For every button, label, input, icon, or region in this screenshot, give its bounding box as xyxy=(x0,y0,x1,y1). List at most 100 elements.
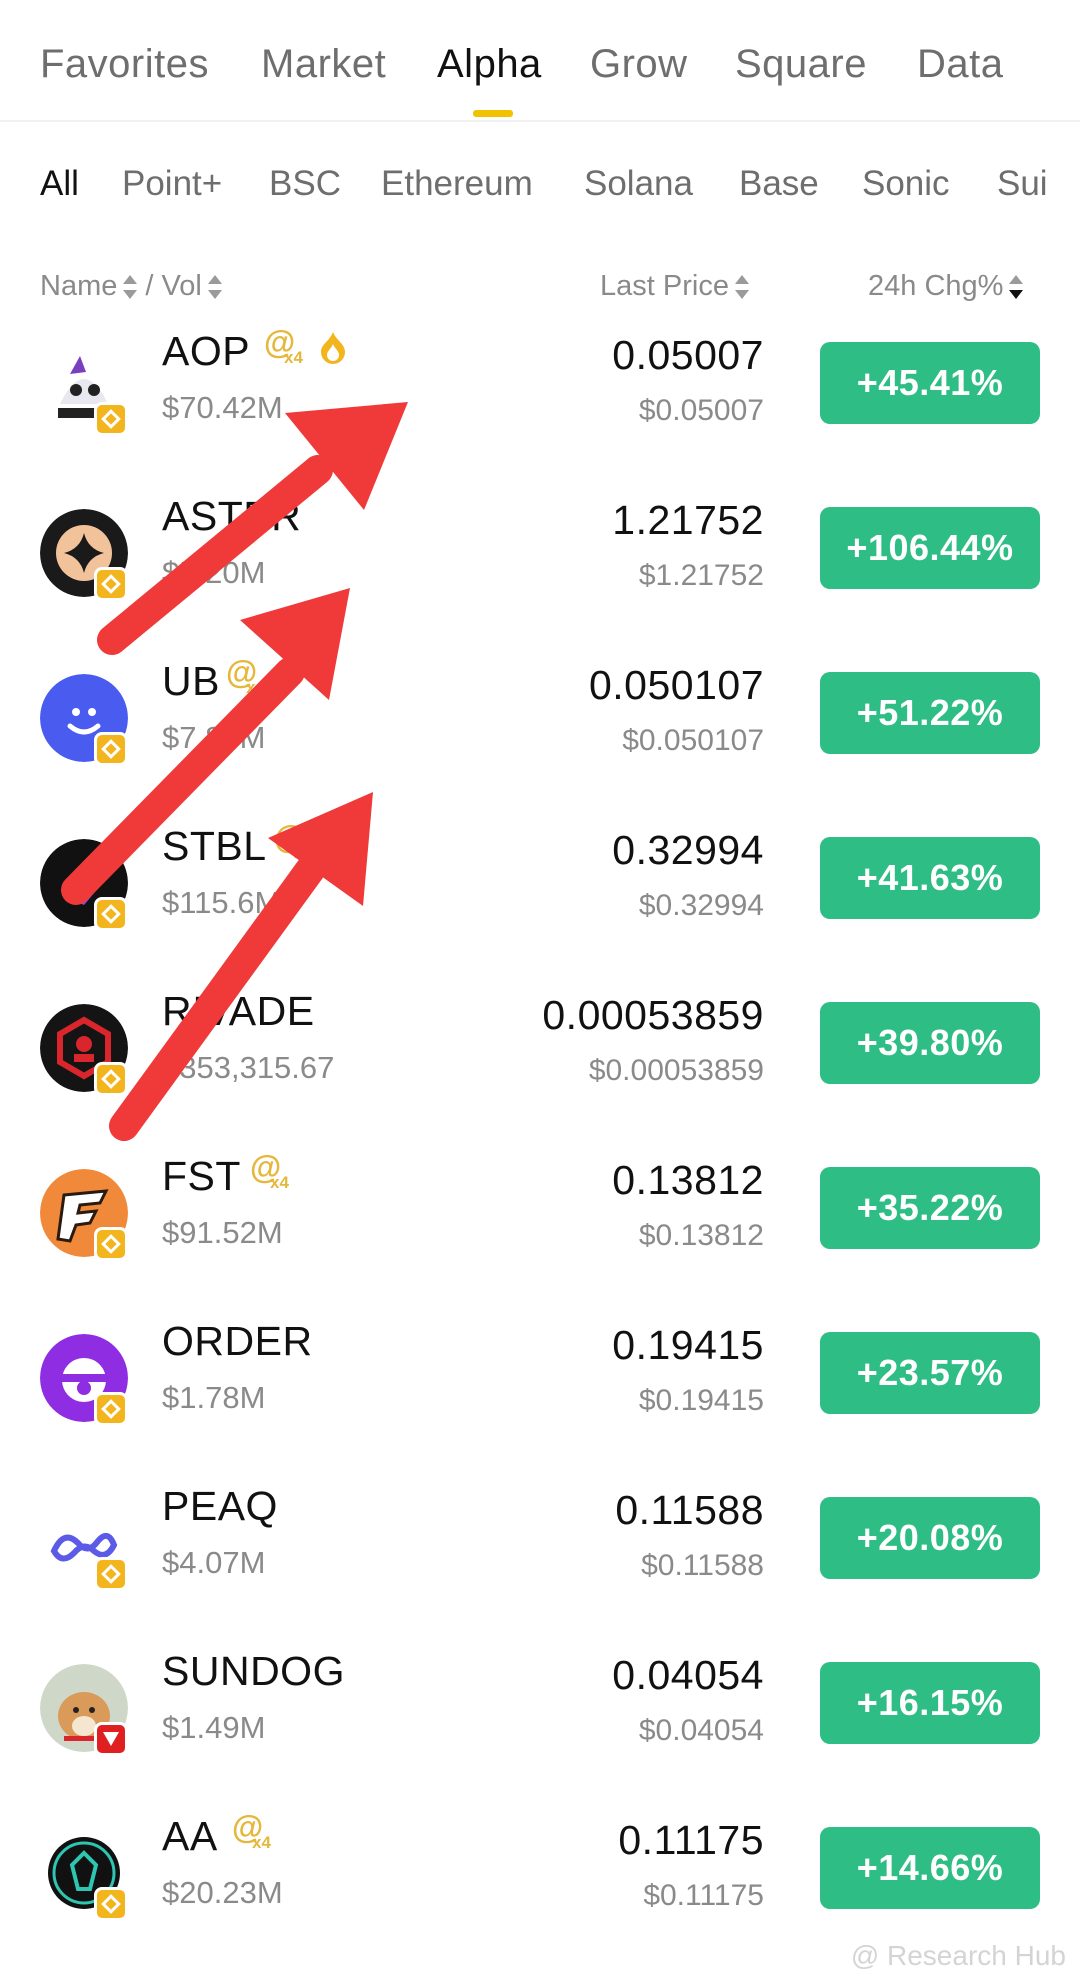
usd-price: $0.11175 xyxy=(643,1879,764,1912)
token-row-order[interactable]: ORDER $1.78M 0.19415 $0.19415 +23.57% xyxy=(0,1300,1080,1465)
token-volume: $5.20M xyxy=(162,555,266,590)
chain-tab-all[interactable]: All xyxy=(40,164,79,204)
token-row-fst[interactable]: FST @ x4 $91.52M 0.13812 $0.13812 +35.22% xyxy=(0,1135,1080,1300)
bsc-chain-icon xyxy=(94,567,128,601)
points-multiplier-icon: @ x4 xyxy=(250,1149,289,1192)
points-multiplier-icon: @ x4 xyxy=(274,819,313,862)
last-price: 0.04054 xyxy=(612,1652,764,1698)
token-symbol: SUNDOG xyxy=(162,1648,345,1694)
tron-chain-icon xyxy=(94,1722,128,1756)
column-name-label: Name xyxy=(40,270,118,302)
change-badge[interactable]: +41.63% xyxy=(820,837,1040,919)
tab-favorites[interactable]: Favorites xyxy=(40,42,209,87)
bsc-chain-icon xyxy=(94,1887,128,1921)
sort-arrows-icon xyxy=(123,274,138,300)
token-volume: $1.49M xyxy=(162,1710,266,1745)
chain-tab-bsc[interactable]: BSC xyxy=(269,164,341,204)
token-symbol: ASTER xyxy=(162,493,302,539)
usd-price: $0.050107 xyxy=(622,724,764,757)
token-volume: $91.52M xyxy=(162,1215,283,1250)
last-price: 0.05007 xyxy=(612,332,764,378)
usd-price: $0.19415 xyxy=(638,1384,764,1417)
token-symbol: PEAQ xyxy=(162,1483,278,1529)
bsc-chain-icon xyxy=(94,402,128,436)
token-symbol: ORDER xyxy=(162,1318,313,1364)
column-header-change[interactable]: 24h Chg% xyxy=(868,270,1024,303)
column-vol-label: / Vol xyxy=(145,270,202,302)
token-symbol: AOP xyxy=(162,328,251,374)
last-price: 1.21752 xyxy=(612,497,764,543)
token-volume: $353,315.67 xyxy=(162,1050,335,1085)
chain-tab-base[interactable]: Base xyxy=(739,164,819,204)
bsc-chain-icon xyxy=(94,1062,128,1096)
chain-tab-ethereum[interactable]: Ethereum xyxy=(381,164,533,204)
column-header-name-vol[interactable]: Name / Vol xyxy=(40,270,222,303)
bsc-chain-icon xyxy=(94,1392,128,1426)
points-multiplier-icon: @ x4 xyxy=(232,1809,271,1852)
last-price: 0.19415 xyxy=(612,1322,764,1368)
change-badge[interactable]: +20.08% xyxy=(820,1497,1040,1579)
sort-desc-icon xyxy=(1009,274,1024,300)
tab-square[interactable]: Square xyxy=(735,42,867,87)
tab-alpha[interactable]: Alpha xyxy=(437,42,542,87)
chain-tab-sui[interactable]: Sui xyxy=(997,164,1048,204)
watermark-text: @ Research Hub xyxy=(850,1940,1066,1971)
chain-filter-tabs: All Point+ BSC Ethereum Solana Base Soni… xyxy=(0,158,1080,218)
token-symbol: UB xyxy=(162,658,220,704)
token-volume: $20.23M xyxy=(162,1875,283,1910)
usd-price: $1.21752 xyxy=(638,559,764,592)
bsc-chain-icon xyxy=(94,732,128,766)
usd-price: $0.04054 xyxy=(638,1714,764,1747)
last-price: 0.00053859 xyxy=(542,992,764,1038)
last-price: 0.32994 xyxy=(612,827,764,873)
chain-tab-solana[interactable]: Solana xyxy=(584,164,693,204)
usd-price: $0.13812 xyxy=(638,1219,764,1252)
token-row-stbl[interactable]: STBL @ x4 $115.6M 0.32994 $0.32994 +41.63… xyxy=(0,805,1080,970)
change-badge[interactable]: +35.22% xyxy=(820,1167,1040,1249)
bsc-chain-icon xyxy=(94,1227,128,1261)
token-symbol: STBL xyxy=(162,823,267,869)
tab-market[interactable]: Market xyxy=(261,42,386,87)
token-row-sundog[interactable]: SUNDOG $1.49M 0.04054 $0.04054 +16.15% xyxy=(0,1630,1080,1795)
last-price: 0.11175 xyxy=(618,1817,764,1863)
token-volume: $70.42M xyxy=(162,390,283,425)
active-tab-indicator xyxy=(473,110,513,117)
top-nav: Favorites Market Alpha Grow Square Data xyxy=(0,0,1080,122)
change-badge[interactable]: +16.15% xyxy=(820,1662,1040,1744)
token-row-peaq[interactable]: PEAQ $4.07M 0.11588 $0.11588 +20.08% xyxy=(0,1465,1080,1630)
usd-price: $0.32994 xyxy=(638,889,764,922)
bsc-chain-icon xyxy=(94,1557,128,1591)
token-symbol: AA xyxy=(162,1813,218,1859)
change-badge[interactable]: +106.44% xyxy=(820,507,1040,589)
sort-arrows-icon xyxy=(207,274,222,300)
column-change-label: 24h Chg% xyxy=(868,270,1004,302)
usd-price: $0.11588 xyxy=(641,1549,764,1582)
last-price: 0.050107 xyxy=(588,662,764,708)
token-row-aa[interactable]: AA @ x4 $20.23M 0.11175 $0.11175 +14.66% xyxy=(0,1795,1080,1960)
token-row-rivade[interactable]: RIVADE $353,315.67 0.00053859 $0.0005385… xyxy=(0,970,1080,1135)
usd-price: $0.05007 xyxy=(638,394,764,427)
change-badge[interactable]: +39.80% xyxy=(820,1002,1040,1084)
flame-icon xyxy=(321,332,345,364)
column-header-last-price[interactable]: Last Price xyxy=(600,270,749,303)
token-symbol: RIVADE xyxy=(162,988,315,1034)
token-symbol: FST xyxy=(162,1153,241,1199)
last-price: 0.11588 xyxy=(615,1487,764,1533)
points-multiplier-icon: @ x4 xyxy=(226,654,265,697)
chain-tab-point-plus[interactable]: Point+ xyxy=(122,164,222,204)
chain-tab-sonic[interactable]: Sonic xyxy=(862,164,950,204)
token-volume: $7.85M xyxy=(162,720,266,755)
change-badge[interactable]: +23.57% xyxy=(820,1332,1040,1414)
token-volume: $1.78M xyxy=(162,1380,266,1415)
tab-grow[interactable]: Grow xyxy=(590,42,688,87)
usd-price: $0.00053859 xyxy=(588,1054,764,1087)
change-badge[interactable]: +51.22% xyxy=(820,672,1040,754)
token-row-aster[interactable]: ASTER $5.20M 1.21752 $1.21752 +106.44% xyxy=(0,475,1080,640)
change-badge[interactable]: +45.41% xyxy=(820,342,1040,424)
column-price-label: Last Price xyxy=(600,270,729,302)
token-row-ub[interactable]: UB @ x4 $7.85M 0.050107 $0.050107 +51.22% xyxy=(0,640,1080,805)
change-badge[interactable]: +14.66% xyxy=(820,1827,1040,1909)
tab-data[interactable]: Data xyxy=(917,42,1004,87)
token-row-aop[interactable]: AOP @ x4 $70.42M 0.05007 $0.05007 +45.41% xyxy=(0,310,1080,475)
points-multiplier-icon: @ x4 xyxy=(264,324,303,367)
